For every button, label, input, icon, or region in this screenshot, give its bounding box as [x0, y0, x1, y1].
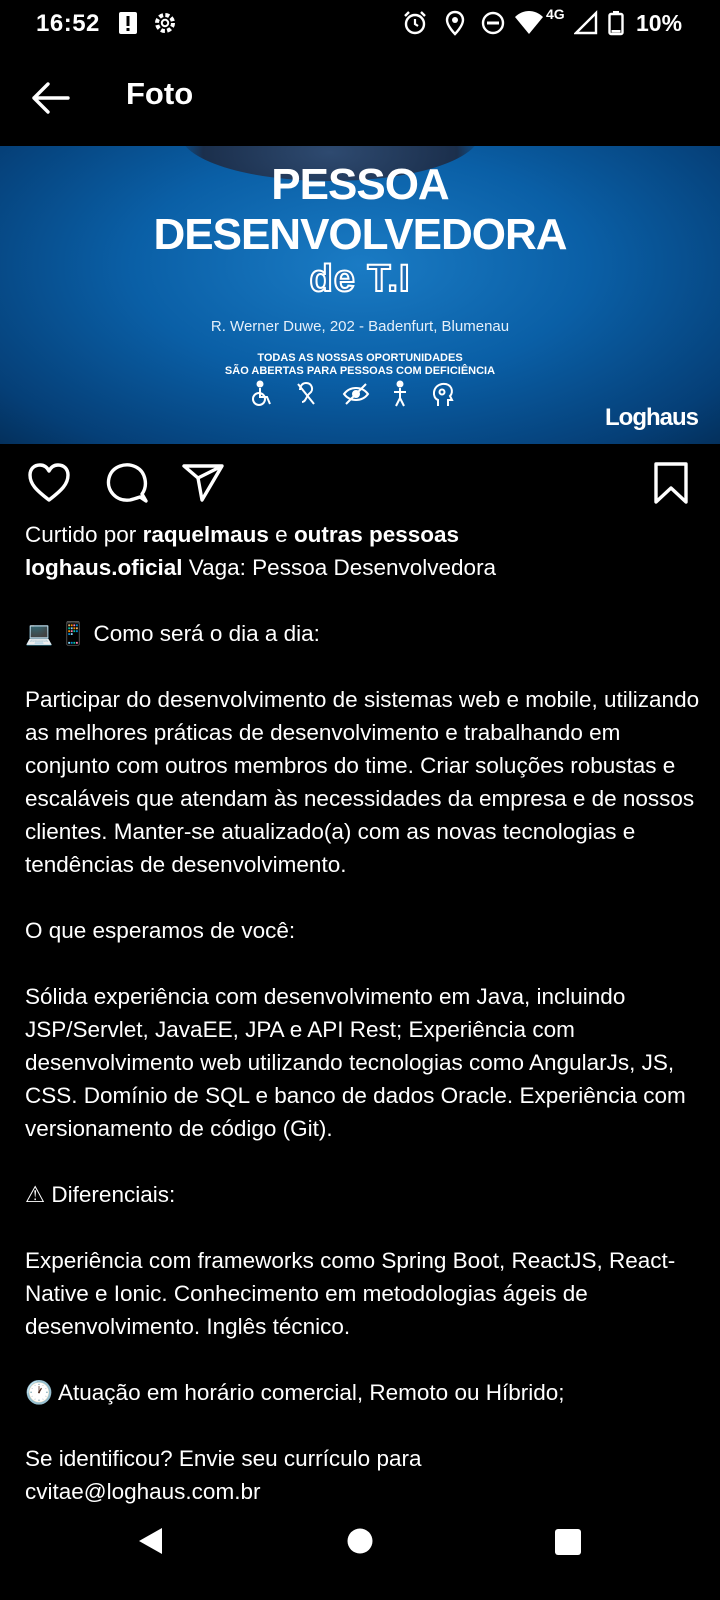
likes-prefix: Curtido por: [25, 522, 137, 547]
settings-icon: [155, 13, 175, 33]
diff-text: Experiência com frameworks como Spring B…: [25, 1248, 676, 1339]
alarm-icon: [404, 11, 426, 35]
back-triangle-icon[interactable]: [136, 1526, 166, 1556]
bookmark-icon[interactable]: [648, 460, 694, 506]
recents-square-icon[interactable]: [554, 1528, 582, 1556]
banner-note-line-1: TODAS AS NOSSAS OPORTUNIDADES: [257, 352, 463, 364]
signal-icon: [574, 10, 598, 35]
caption-headline: Vaga: Pessoa Desenvolvedora: [188, 555, 497, 580]
banner-note: TODAS AS NOSSAS OPORTUNIDADES SÃO ABERTA…: [0, 352, 720, 378]
visual-icon: [342, 383, 370, 405]
heart-icon[interactable]: [26, 460, 72, 506]
app-header: Foto: [0, 58, 720, 138]
banner-note-line-2: SÃO ABERTAS PARA PESSOAS COM DEFICIÊNCIA: [224, 365, 496, 377]
hearing-icon: [297, 381, 315, 405]
person-icon: [394, 380, 406, 407]
network-type: 4G: [546, 6, 565, 22]
banner-line-1: PESSOA: [271, 160, 449, 209]
location-icon: [445, 10, 465, 36]
expect-text: Sólida experiência com desenvolvimento e…: [25, 984, 686, 1141]
likes-others[interactable]: outras pessoas: [294, 522, 459, 547]
banner-address: R. Werner Duwe, 202 - Badenfurt, Blumena…: [210, 318, 510, 335]
home-circle-icon[interactable]: [346, 1527, 374, 1555]
system-nav-bar: [0, 1512, 720, 1600]
send-icon[interactable]: [180, 460, 226, 506]
comment-icon[interactable]: [104, 460, 150, 506]
arrow-left-icon[interactable]: [28, 76, 72, 120]
cognitive-icon: [432, 382, 454, 406]
day-text: Participar do desenvolvimento de sistema…: [25, 687, 700, 877]
likes-connector: e: [275, 522, 288, 547]
accessibility-icons: [252, 380, 454, 407]
brand-logo: Loghaus: [605, 404, 699, 431]
status-time: 16:52: [36, 10, 100, 37]
diff-heading: ⚠ Diferenciais:: [25, 1182, 176, 1207]
liked-by-user[interactable]: raquelmaus: [143, 522, 269, 547]
post-caption: Curtido por raquelmaus e outras pessoas …: [25, 518, 700, 1508]
banner-line-3: de T.I: [308, 257, 411, 301]
schedule-text: 🕐 Atuação em horário comercial, Remoto o…: [25, 1380, 565, 1405]
expect-heading: O que esperamos de você:: [25, 918, 296, 943]
wheelchair-icon: [252, 380, 271, 406]
caption-headline-line: loghaus.oficial Vaga: Pessoa Desenvolved…: [25, 551, 700, 584]
battery-percent: 10%: [636, 10, 683, 36]
battery-icon: [608, 11, 624, 36]
wifi-icon: [515, 11, 543, 34]
page-title: Foto: [126, 76, 194, 111]
caption-username[interactable]: loghaus.oficial: [25, 555, 183, 580]
cta-email[interactable]: cvitae@loghaus.com.br: [25, 1475, 700, 1508]
day-heading: 💻 📱 Como será o dia a dia:: [25, 621, 320, 646]
alert-icon: [119, 12, 137, 34]
cta-line-1: Se identificou? Envie seu currículo para: [25, 1446, 422, 1471]
post-image[interactable]: PESSOA DESENVOLVEDORA de T.I R. Werner D…: [0, 146, 720, 444]
banner-line-2: DESENVOLVEDORA: [153, 210, 567, 259]
post-actions: [0, 460, 720, 510]
likes-line: Curtido por raquelmaus e outras pessoas: [25, 518, 700, 551]
dnd-icon: [481, 11, 505, 35]
status-bar: 16:52 4G 10%: [0, 0, 720, 48]
